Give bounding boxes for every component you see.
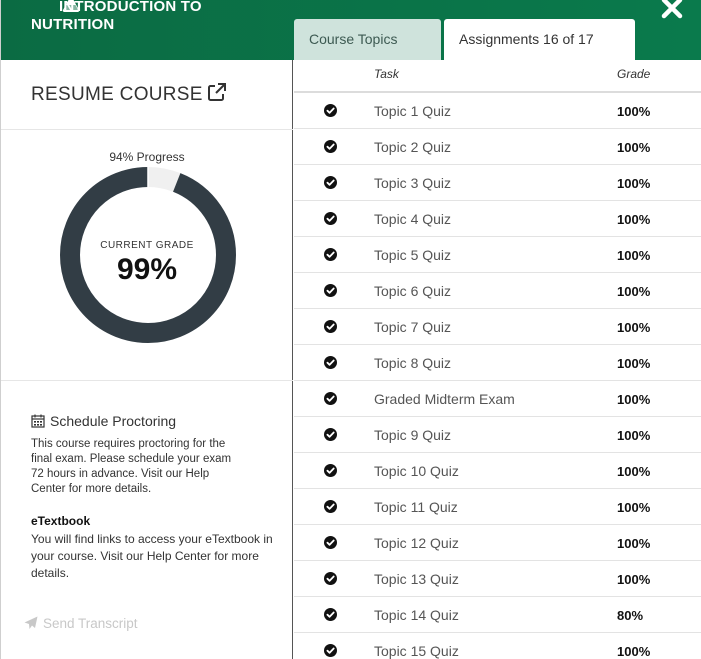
course-title-line1: INTRODUCTION TO (59, 0, 202, 15)
task-name[interactable]: Topic 10 Quiz (374, 463, 459, 479)
check-circle-icon (324, 140, 337, 153)
task-name[interactable]: Topic 4 Quiz (374, 211, 451, 227)
tab-course-topics[interactable]: Course Topics (294, 19, 441, 60)
check-circle-icon (324, 104, 337, 117)
check-circle-icon (324, 428, 337, 441)
column-header-grade: Grade (617, 67, 651, 81)
assignments-panel: Task Grade Topic 1 Quiz 100% Topic 2 Quiz 1… (294, 60, 701, 659)
help-center-link[interactable]: Help Center (147, 549, 211, 563)
course-title-line2: NUTRITION (31, 16, 115, 33)
table-row[interactable]: Topic 14 Quiz 80% (294, 597, 701, 633)
task-grade: 100% (617, 212, 651, 227)
task-name[interactable]: Topic 1 Quiz (374, 103, 451, 119)
send-transcript-button[interactable]: Send Transcript (24, 616, 138, 631)
check-circle-icon (324, 608, 337, 621)
table-row[interactable]: Topic 2 Quiz 100% (294, 129, 701, 165)
divider (1, 129, 293, 130)
course-header: INTRODUCTION TO NUTRITION Course Topics … (1, 0, 701, 60)
schedule-proctoring-heading: Schedule Proctoring (31, 413, 176, 429)
task-grade: 100% (617, 176, 651, 191)
column-header-task: Task (374, 67, 399, 81)
table-row[interactable]: Topic 10 Quiz 100% (294, 453, 701, 489)
resume-course-button[interactable]: RESUME COURSE (31, 82, 227, 106)
check-circle-icon (324, 284, 337, 297)
send-transcript-label: Send Transcript (43, 616, 138, 631)
task-name[interactable]: Topic 13 Quiz (374, 571, 459, 587)
table-row[interactable]: Topic 4 Quiz 100% (294, 201, 701, 237)
check-circle-icon (324, 500, 337, 513)
etextbook-description: You will find links to access your eText… (31, 531, 283, 582)
progress-label: 94% Progress (109, 150, 185, 164)
task-name[interactable]: Topic 14 Quiz (374, 607, 459, 623)
resume-course-label: RESUME COURSE (31, 84, 203, 105)
etextbook-heading: eTextbook (31, 514, 91, 528)
task-grade: 100% (617, 320, 651, 335)
task-grade: 100% (617, 104, 651, 119)
task-name[interactable]: Topic 3 Quiz (374, 175, 451, 191)
table-row[interactable]: Topic 5 Quiz 100% (294, 237, 701, 273)
task-grade: 100% (617, 284, 651, 299)
table-row[interactable]: Topic 13 Quiz 100% (294, 561, 701, 597)
table-row[interactable]: Topic 9 Quiz 100% (294, 417, 701, 453)
task-name[interactable]: Topic 15 Quiz (374, 643, 459, 659)
table-header: Task Grade (294, 60, 701, 93)
table-row[interactable]: Topic 12 Quiz 100% (294, 525, 701, 561)
table-row[interactable]: Topic 15 Quiz 100% (294, 633, 701, 659)
task-name[interactable]: Graded Midterm Exam (374, 391, 515, 407)
current-grade-value: 99% (116, 253, 178, 286)
check-circle-icon (324, 644, 337, 657)
check-circle-icon (324, 176, 337, 189)
task-grade: 100% (617, 428, 651, 443)
task-name[interactable]: Topic 6 Quiz (374, 283, 451, 299)
close-icon[interactable] (660, 0, 684, 20)
course-window: INTRODUCTION TO NUTRITION Course Topics … (0, 0, 701, 659)
task-name[interactable]: Topic 8 Quiz (374, 355, 451, 371)
table-row[interactable]: Topic 8 Quiz 100% (294, 345, 701, 381)
check-circle-icon (324, 536, 337, 549)
task-grade: 100% (617, 356, 651, 371)
table-row[interactable]: Topic 11 Quiz 100% (294, 489, 701, 525)
divider (1, 380, 293, 381)
check-circle-icon (324, 320, 337, 333)
task-grade: 80% (617, 608, 644, 623)
task-grade: 100% (617, 140, 651, 155)
current-grade-caption: CURRENT GRADE (100, 240, 194, 251)
table-row[interactable]: Topic 7 Quiz 100% (294, 309, 701, 345)
table-row[interactable]: Topic 3 Quiz 100% (294, 165, 701, 201)
check-circle-icon (324, 248, 337, 261)
task-name[interactable]: Topic 5 Quiz (374, 247, 451, 263)
task-grade: 100% (617, 392, 651, 407)
left-panel: RESUME COURSE 94% Progress CURRENT GRADE… (1, 60, 293, 659)
calendar-icon (31, 414, 45, 428)
table-row[interactable]: Topic 6 Quiz 100% (294, 273, 701, 309)
task-grade: 100% (617, 500, 651, 515)
task-grade: 100% (617, 644, 651, 659)
schedule-proctoring-link[interactable]: Schedule Proctoring (50, 413, 176, 429)
task-grade: 100% (617, 572, 651, 587)
check-circle-icon (324, 356, 337, 369)
paper-plane-icon (24, 616, 38, 629)
external-link-icon (207, 83, 226, 101)
task-grade: 100% (617, 248, 651, 263)
task-name[interactable]: Topic 9 Quiz (374, 427, 451, 443)
task-grade: 100% (617, 464, 651, 479)
table-row[interactable]: Topic 1 Quiz 100% (294, 93, 701, 129)
task-name[interactable]: Topic 2 Quiz (374, 139, 451, 155)
task-name[interactable]: Topic 7 Quiz (374, 319, 451, 335)
check-circle-icon (324, 392, 337, 405)
task-name[interactable]: Topic 12 Quiz (374, 535, 459, 551)
check-circle-icon (324, 572, 337, 585)
task-name[interactable]: Topic 11 Quiz (374, 499, 458, 515)
check-circle-icon (324, 464, 337, 477)
tab-assignments[interactable]: Assignments 16 of 17 (444, 19, 635, 60)
check-circle-icon (324, 212, 337, 225)
table-row[interactable]: Graded Midterm Exam 100% (294, 381, 701, 417)
proctoring-description: This course requires proctoring for the … (31, 438, 232, 495)
task-grade: 100% (617, 536, 651, 551)
